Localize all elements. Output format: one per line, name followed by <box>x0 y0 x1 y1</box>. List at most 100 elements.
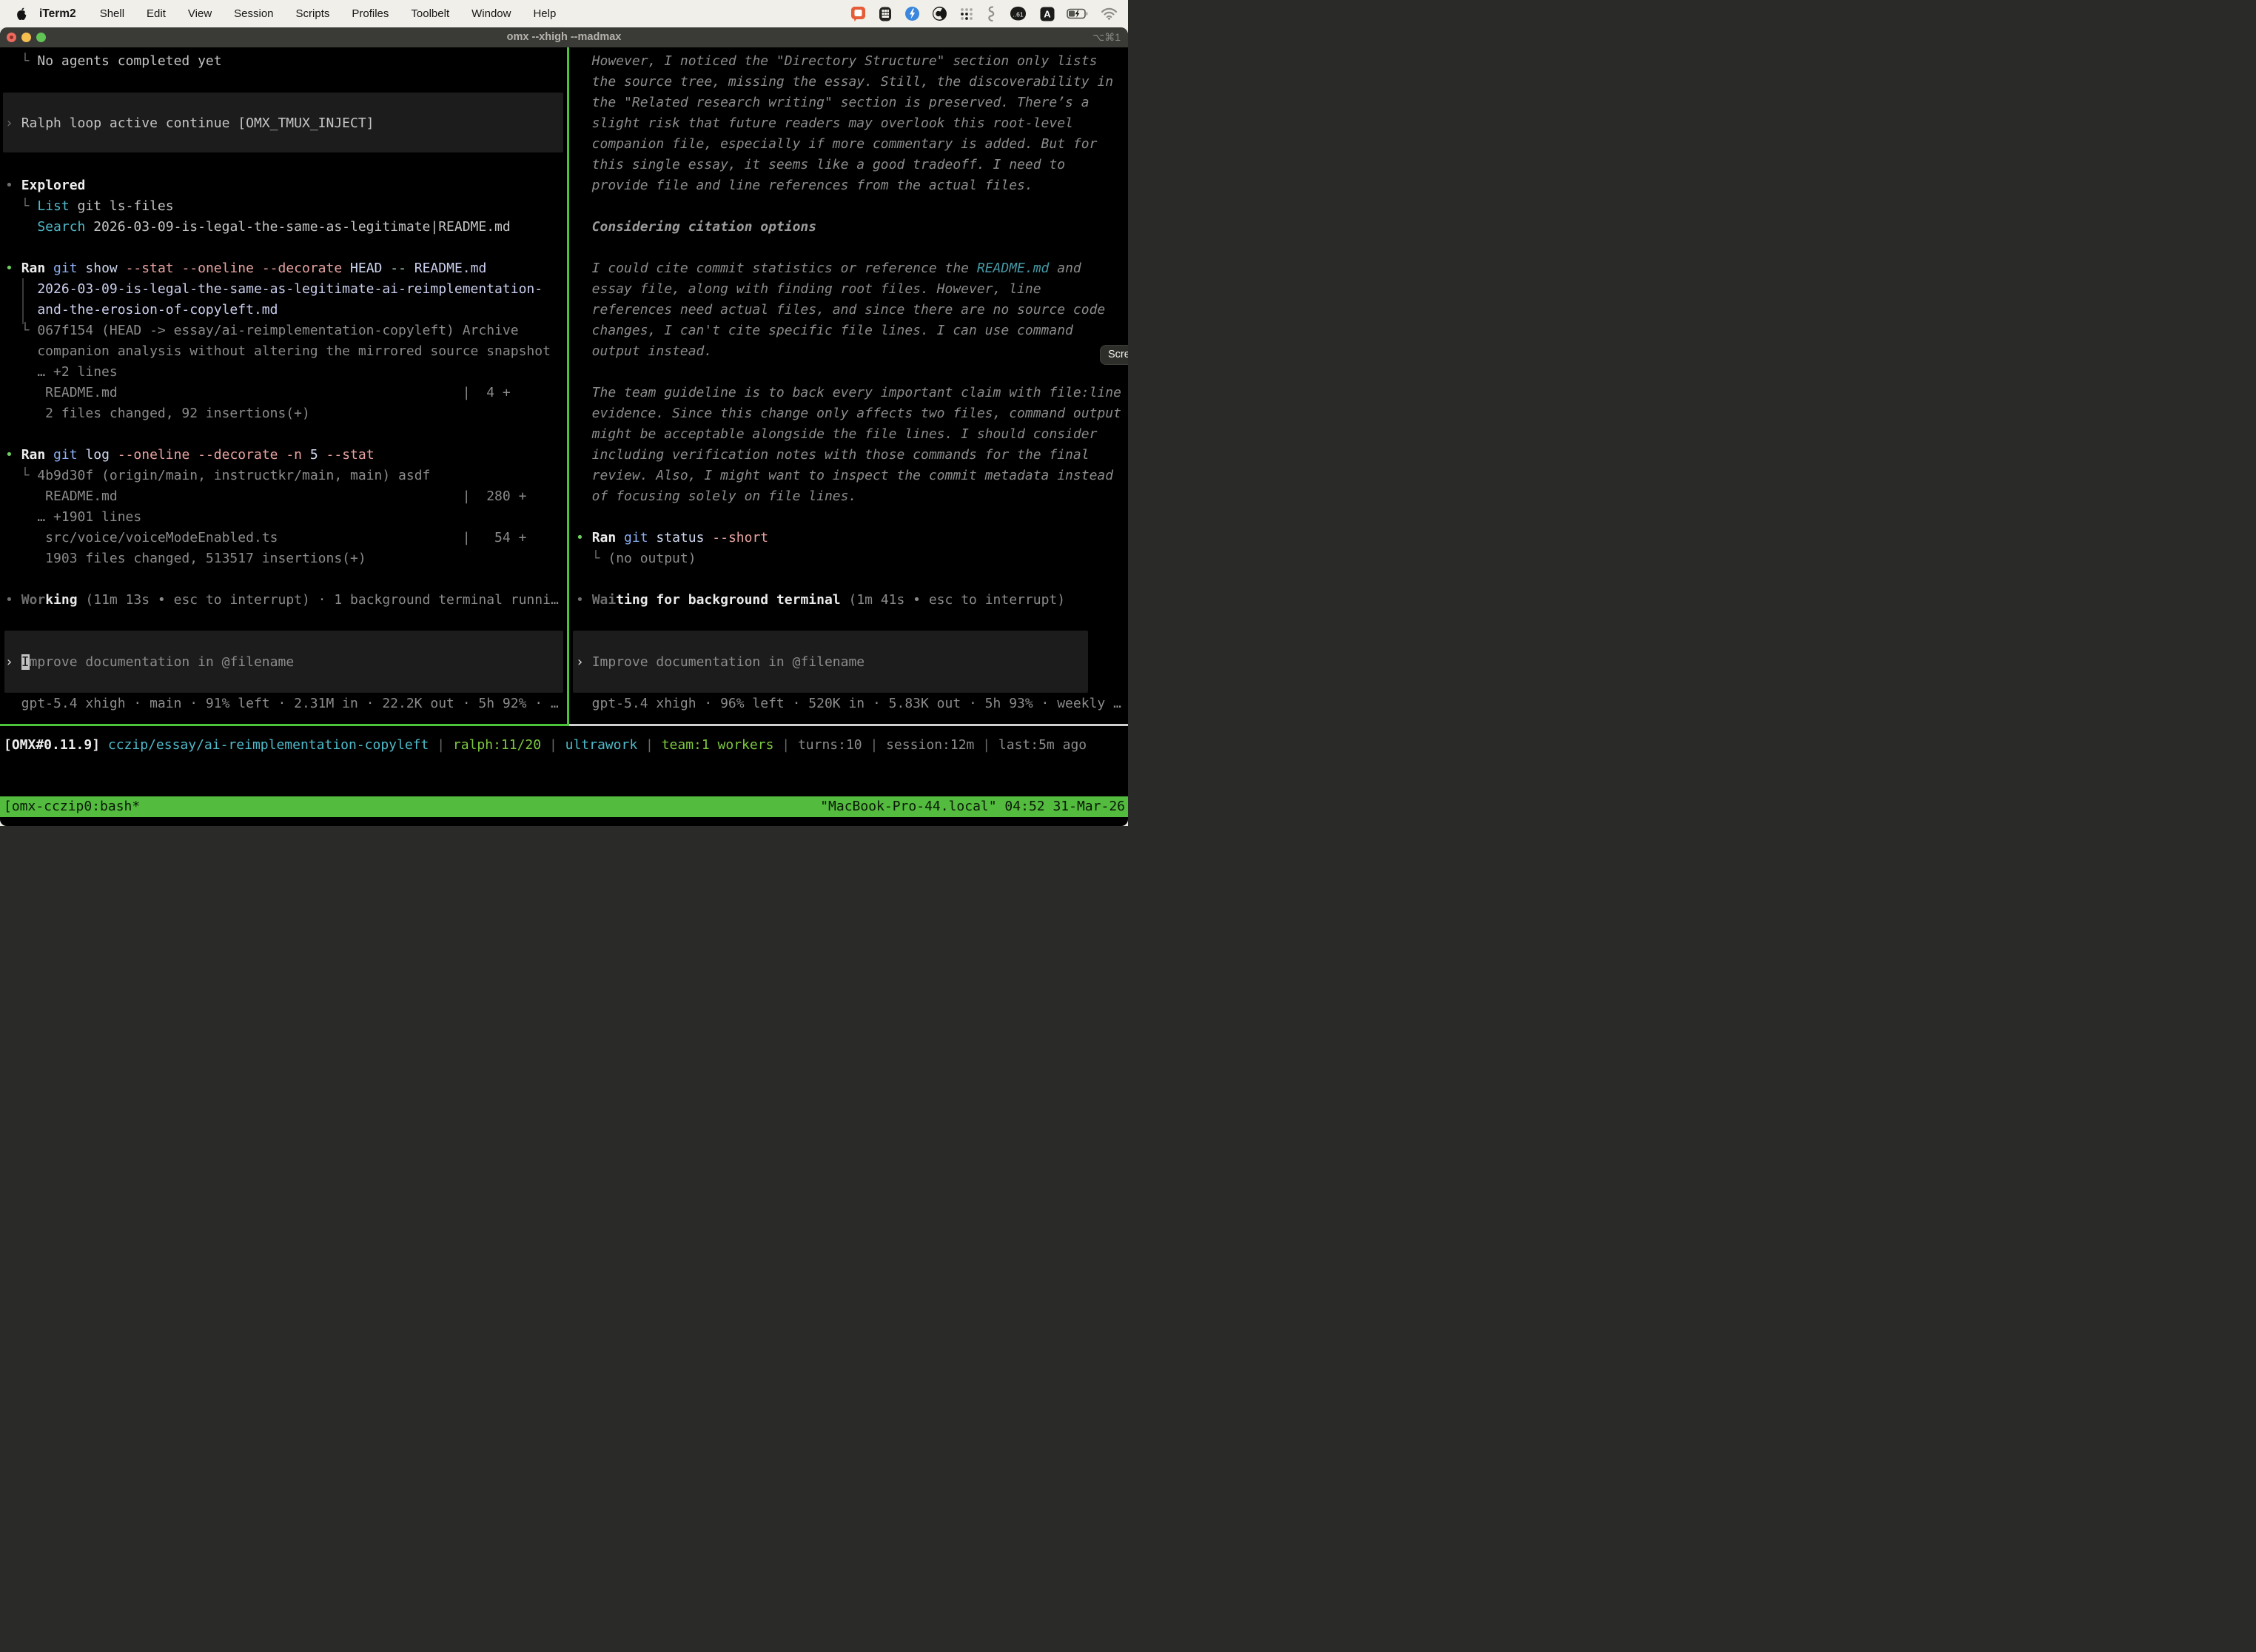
text-segment: and-the-erosion-of-copyleft.md <box>5 302 278 318</box>
text-segment: companion file, especially if more comme… <box>576 136 1097 152</box>
shield-bolt-icon[interactable] <box>904 6 920 21</box>
text-segment: (no output) <box>608 551 696 566</box>
text-segment: • <box>576 592 592 608</box>
wifi-icon[interactable] <box>1101 7 1118 20</box>
text-segment: --short <box>712 530 768 545</box>
text-segment: ralph:11/20 <box>453 737 549 753</box>
battery-icon[interactable] <box>1067 8 1089 19</box>
text-segment: • <box>5 592 21 608</box>
input-source-icon[interactable]: A <box>1040 7 1055 21</box>
notification-app-icon[interactable] <box>850 5 866 22</box>
menu-item-edit[interactable]: Edit <box>147 7 166 20</box>
text-segment: Ran <box>21 447 46 463</box>
screen-share-tooltip[interactable]: Scre <box>1100 345 1128 365</box>
omx-status-bar: [OMX#0.11.9] cczip/essay/ai-reimplementa… <box>4 735 1087 756</box>
text-segment: Explored <box>21 178 86 193</box>
prompt-input-line[interactable]: › Improve documentation in @filename <box>576 652 865 673</box>
menu-item-help[interactable]: Help <box>533 7 556 20</box>
text-segment: references need actual files, and since … <box>576 302 1105 318</box>
text-segment: List <box>37 198 69 214</box>
window-title: omx --xhigh --madmax <box>0 27 1128 47</box>
menu-item-view[interactable]: View <box>188 7 212 20</box>
text-segment: 2026-03-09-is-legal-the-same-as-legitima… <box>85 219 510 235</box>
menu-item-profiles[interactable]: Profiles <box>352 7 389 20</box>
text-segment: No agents completed yet <box>37 53 221 69</box>
squiggle-icon[interactable] <box>986 6 996 22</box>
battery-percent-icon[interactable]: ..61 <box>1008 6 1028 21</box>
text-segment: └ <box>576 551 608 566</box>
text-segment: Ran <box>592 530 617 545</box>
text-segment: 2 files changed, 92 insertions(+) <box>5 406 310 421</box>
dots-grid-icon[interactable] <box>959 7 974 21</box>
text-segment: gpt-5.4 xhigh · 96% left · 520K in · 5.8… <box>576 696 1121 711</box>
text-segment: git ls-files <box>70 198 174 214</box>
text-segment: README.md | 280 + <box>5 488 526 504</box>
terminal-pane-right[interactable]: However, I noticed the "Directory Struct… <box>570 47 1128 724</box>
apple-menu-icon[interactable] <box>15 7 27 21</box>
prompt-input-line[interactable]: › Improve documentation in @filename <box>5 652 294 673</box>
reasoning-line: The team guideline is to back every impo… <box>576 383 1121 403</box>
text-segment: └ <box>5 198 37 214</box>
ran-git-status-line: • Ran git status --short <box>576 528 768 548</box>
text-segment: I could cite commit statistics or refere… <box>576 261 977 276</box>
menu-item-shell[interactable]: Shell <box>100 7 124 20</box>
menu-item-session[interactable]: Session <box>234 7 273 20</box>
text-segment: companion analysis without altering the … <box>5 343 551 359</box>
diffstat-summary-line: 1903 files changed, 513517 insertions(+) <box>5 548 366 569</box>
reasoning-line: of focusing solely on file lines. <box>576 486 856 507</box>
waiting-status-line: • Waiting for background terminal (1m 41… <box>576 590 1065 611</box>
reasoning-line: However, I noticed the "Directory Struct… <box>576 51 1097 72</box>
text-segment: … +1901 lines <box>5 509 141 525</box>
reasoning-heading-line: Considering citation options <box>576 217 816 238</box>
text-segment: gpt-5.4 xhigh · main · 91% left · 2.31M … <box>5 696 559 711</box>
pane-divider[interactable] <box>567 47 569 726</box>
text-segment: › <box>5 654 21 670</box>
injected-command-line: › Ralph loop active continue [OMX_TMUX_I… <box>5 113 375 134</box>
title-bar[interactable]: omx --xhigh --madmax ⌥⌘1 <box>0 27 1128 47</box>
text-segment: might be acceptable alongside the file l… <box>576 426 1097 442</box>
diffstat-summary-line: 2 files changed, 92 insertions(+) <box>5 403 310 424</box>
menu-app-name[interactable]: iTerm2 <box>39 7 76 21</box>
terminal-pane-left[interactable]: └ No agents completed yet › Ralph loop ac… <box>0 47 567 724</box>
text-segment: Wor <box>21 592 46 608</box>
elided-lines-line: … +2 lines <box>5 362 118 383</box>
text-segment: including verification notes with those … <box>576 447 1090 463</box>
reasoning-line: this single essay, it seems like a good … <box>576 155 1065 175</box>
reasoning-line: might be acceptable alongside the file l… <box>576 424 1097 445</box>
text-segment: --oneline --decorate -n <box>118 447 302 463</box>
svg-text:..61: ..61 <box>1013 11 1023 19</box>
text-segment: git <box>45 261 77 276</box>
iterm-window: omx --xhigh --madmax ⌥⌘1 └ No agents com… <box>0 27 1128 826</box>
text-segment: … +2 lines <box>5 364 118 380</box>
text-segment: slight risk that future readers may over… <box>576 115 1073 131</box>
text-segment: └ <box>5 468 37 483</box>
reasoning-line: companion file, especially if more comme… <box>576 134 1097 155</box>
diffstat-line: README.md | 280 + <box>5 486 526 507</box>
text-segment: evidence. Since this change only affects… <box>576 406 1121 421</box>
menu-item-toolbelt[interactable]: Toolbelt <box>411 7 449 20</box>
text-segment: HEAD <box>342 261 390 276</box>
text-segment: ultrawork <box>565 737 645 753</box>
commit-line: companion analysis without altering the … <box>5 341 551 362</box>
text-segment: Ran <box>21 261 46 276</box>
text-segment: provide file and line references from th… <box>576 178 1033 193</box>
text-segment: └ <box>5 53 37 69</box>
desktop-screen: iTerm2 Shell Edit View Session Scripts Profil… <box>0 0 1128 826</box>
text-segment: status <box>648 530 713 545</box>
reasoning-line: provide file and line references from th… <box>576 175 1033 196</box>
keyboard-icon[interactable] <box>878 6 893 22</box>
menu-item-window[interactable]: Window <box>471 7 511 20</box>
menu-item-scripts[interactable]: Scripts <box>296 7 330 20</box>
commit-line: └ 067f154 (HEAD -> essay/ai-reimplementa… <box>5 320 519 341</box>
text-segment: However, I noticed the "Directory Struct… <box>576 53 1097 69</box>
dark-logo-icon[interactable] <box>932 6 947 21</box>
text-segment: 067f154 (HEAD -> essay/ai-reimplementati… <box>37 323 518 338</box>
text-segment: 4b9d30f (origin/main, instructkr/main, m… <box>37 468 430 483</box>
text-segment: • <box>5 261 21 276</box>
model-status-line: gpt-5.4 xhigh · main · 91% left · 2.31M … <box>5 694 559 714</box>
text-segment: 1903 files changed, 513517 insertions(+) <box>5 551 366 566</box>
text-segment: git <box>45 447 77 463</box>
text-segment: README.md <box>977 261 1050 276</box>
reasoning-line: changes, I can't cite specific file line… <box>576 320 1073 341</box>
text-segment: • <box>576 530 592 545</box>
